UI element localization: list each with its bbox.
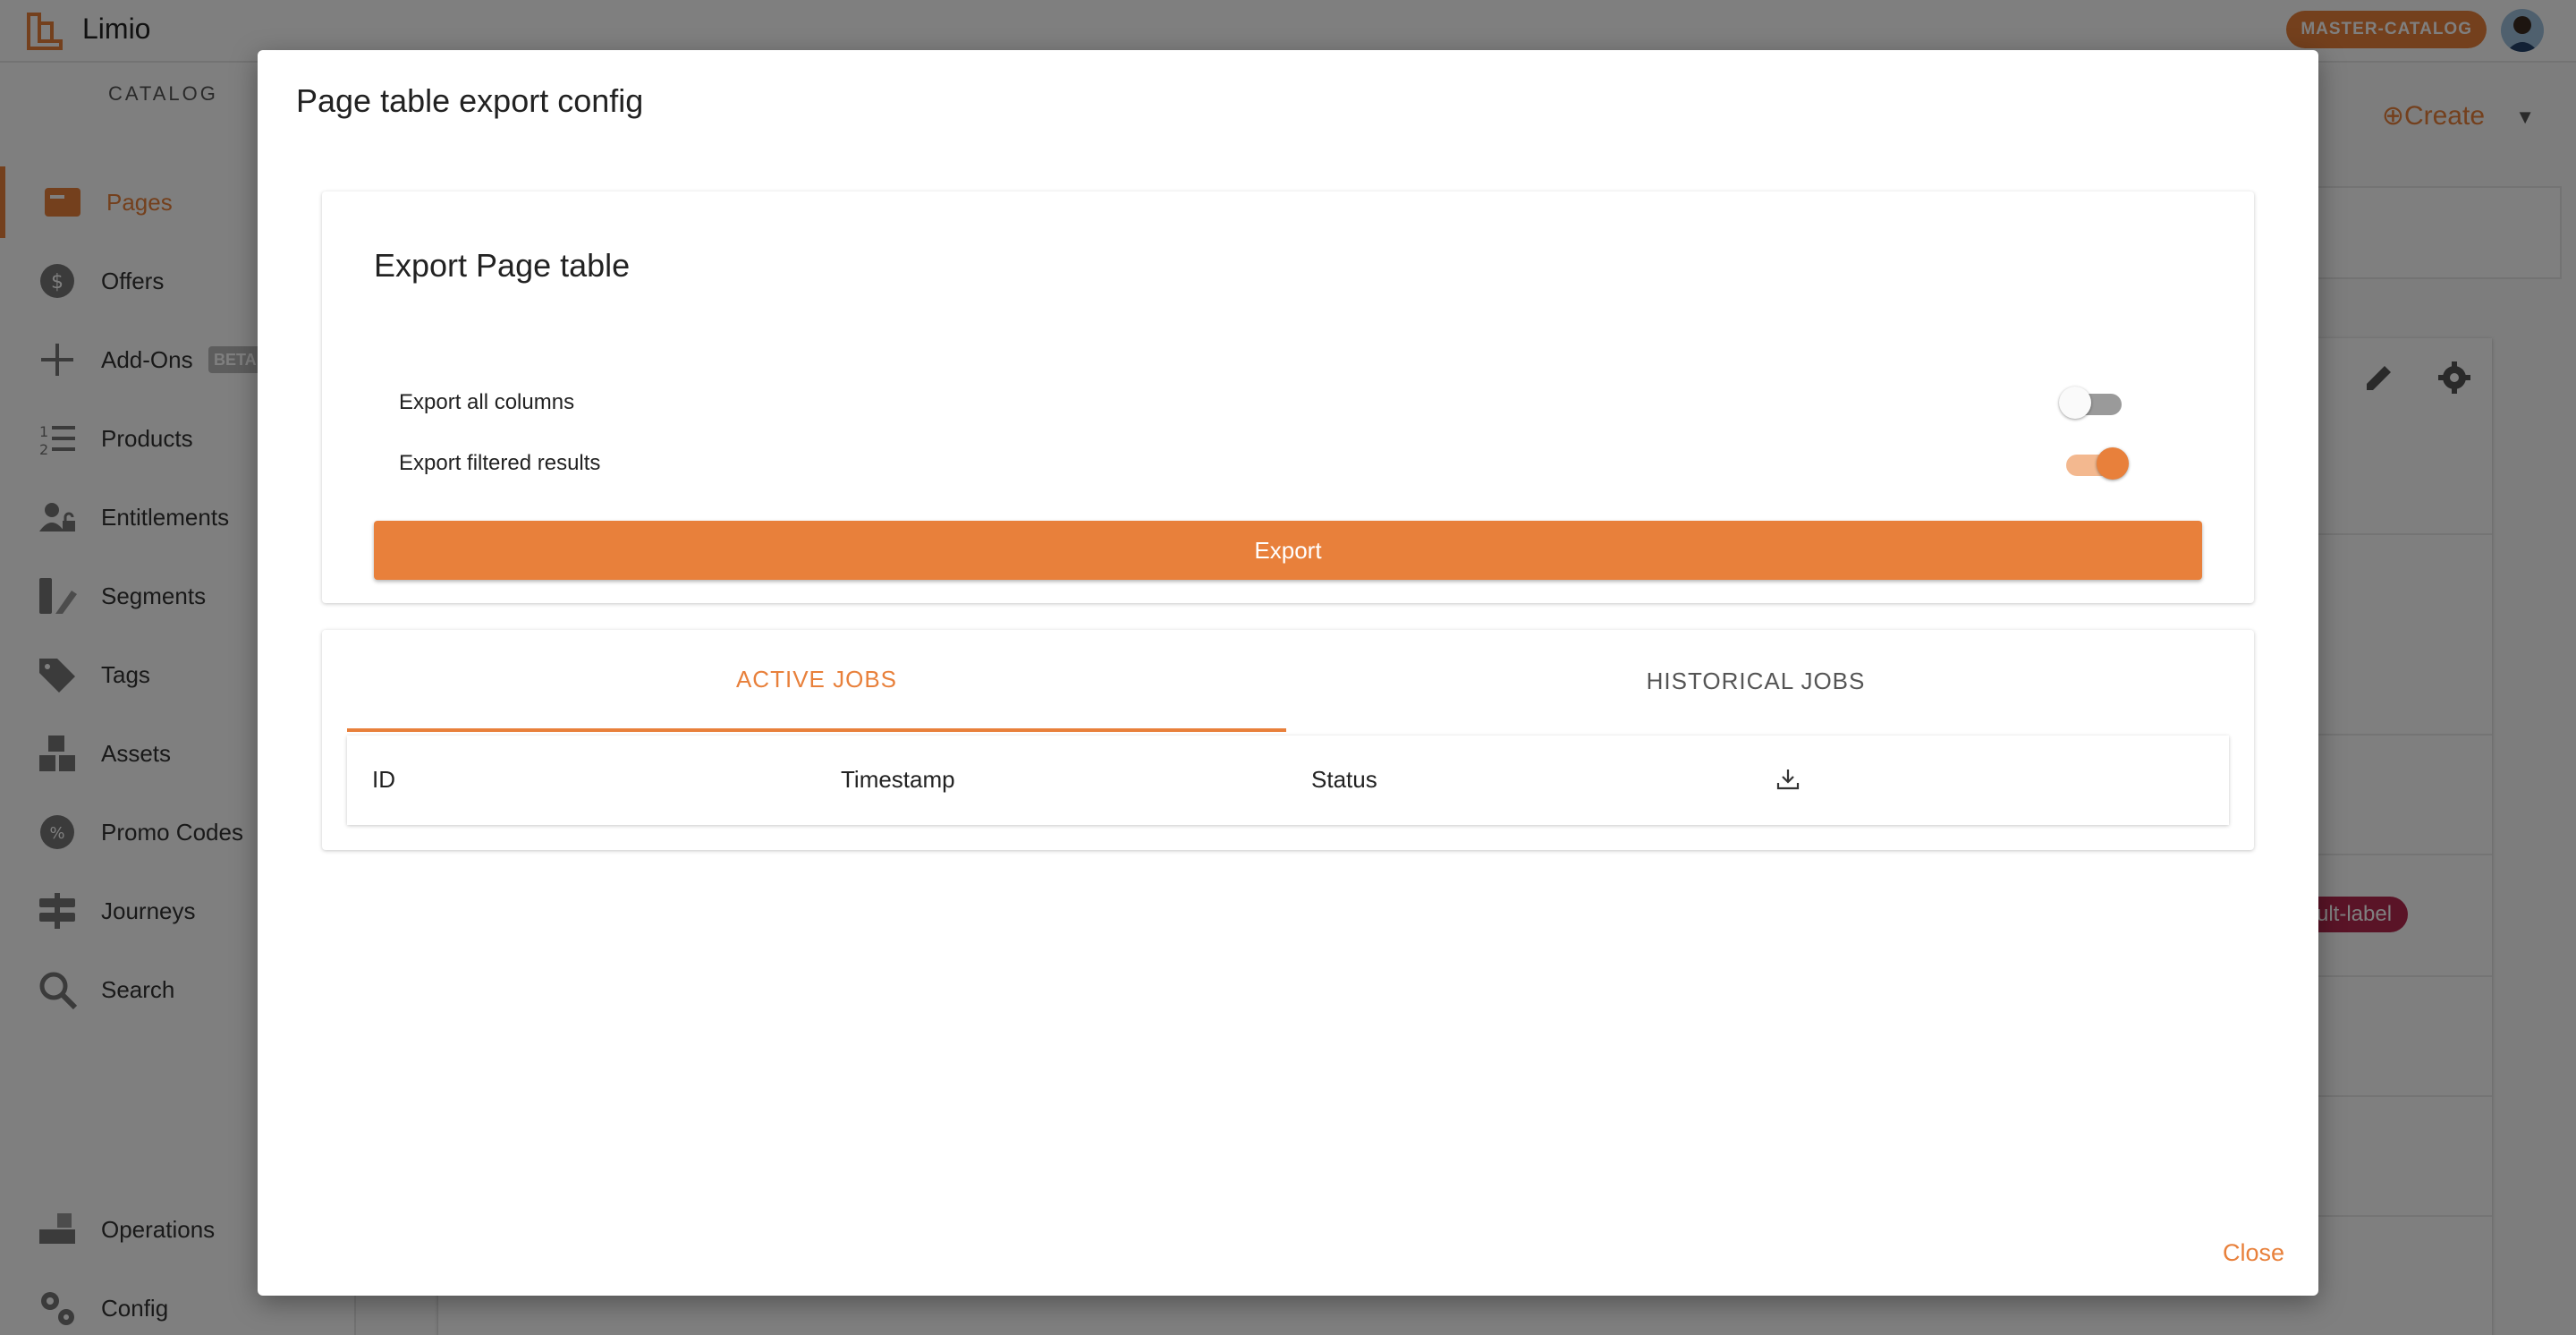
column-header-timestamp: Timestamp [841,766,955,793]
tab-active-jobs[interactable]: ACTIVE JOBS [347,630,1286,732]
dialog-title: Page table export config [296,82,644,119]
export-filtered-results-toggle[interactable] [2061,444,2129,483]
download-icon [1776,770,1800,790]
export-button[interactable]: Export [374,521,2202,580]
export-all-columns-label: Export all columns [399,390,575,414]
export-section-title: Export Page table [374,247,631,284]
toggle-thumb [2059,387,2091,419]
jobs-section: ACTIVE JOBS HISTORICAL JOBS ID Timestamp… [322,630,2254,850]
column-header-id: ID [372,766,395,793]
column-header-status: Status [1311,766,1377,793]
export-filtered-results-label: Export filtered results [399,451,601,475]
tab-historical-jobs[interactable]: HISTORICAL JOBS [1286,630,2225,732]
export-config-dialog: Page table export config Export Page tab… [258,50,2318,1296]
jobs-table-header: ID Timestamp Status [347,736,2229,825]
export-section: Export Page table Export all columns Exp… [322,191,2254,603]
close-button[interactable]: Close [2223,1239,2284,1267]
export-all-columns-toggle[interactable] [2059,383,2127,422]
toggle-thumb [2097,447,2129,480]
